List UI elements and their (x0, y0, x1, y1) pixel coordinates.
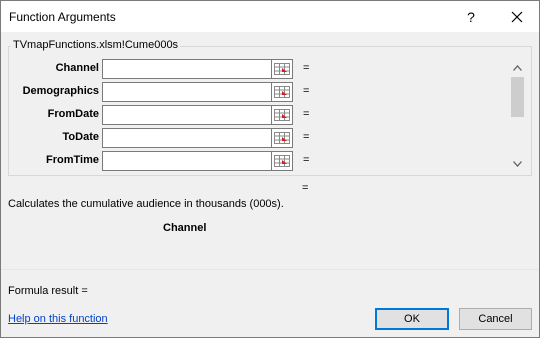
scroll-up-button[interactable] (509, 61, 526, 75)
argument-result: = (303, 62, 310, 74)
function-description: Calculates the cumulative audience in th… (8, 198, 284, 210)
collapse-range-button[interactable] (271, 59, 293, 79)
demographics-input[interactable] (102, 82, 272, 102)
current-argument-name: Channel (163, 222, 207, 234)
argument-result: = (303, 154, 310, 166)
close-icon (511, 11, 523, 22)
help-on-function-link[interactable]: Help on this function (8, 313, 108, 325)
chevron-up-icon (513, 65, 522, 71)
collapse-range-button[interactable] (271, 105, 293, 125)
argument-label: Demographics (22, 85, 99, 97)
ok-button[interactable]: OK (375, 308, 449, 330)
collapse-range-icon (274, 132, 290, 144)
arguments-group: Channel = Demographics = FromDate = ToDa… (8, 46, 532, 176)
divider (1, 269, 539, 270)
scroll-thumb[interactable] (511, 77, 524, 117)
collapse-range-button[interactable] (271, 128, 293, 148)
title-bar[interactable]: Function Arguments ? (1, 1, 539, 32)
collapse-range-button[interactable] (271, 151, 293, 171)
collapse-range-icon (274, 86, 290, 98)
collapse-range-icon (274, 63, 290, 75)
collapse-range-button[interactable] (271, 82, 293, 102)
fromtime-input[interactable] (102, 151, 272, 171)
help-icon: ? (467, 8, 475, 25)
argument-result: = (303, 131, 310, 143)
argument-row-channel: Channel = (9, 59, 509, 79)
argument-result: = (303, 108, 310, 120)
todate-input[interactable] (102, 128, 272, 148)
argument-row-todate: ToDate = (9, 128, 509, 148)
function-arguments-dialog: Function Arguments ? Channel = Demograph… (0, 0, 540, 338)
collapse-range-icon (274, 109, 290, 121)
arguments-scrollbar[interactable] (509, 61, 526, 171)
function-result-equals: = (302, 182, 309, 194)
cancel-button[interactable]: Cancel (459, 308, 532, 330)
chevron-down-icon (513, 161, 522, 167)
close-button[interactable] (495, 1, 539, 32)
help-button[interactable]: ? (449, 1, 493, 32)
argument-label: FromDate (47, 108, 99, 120)
argument-row-fromtime: FromTime = (9, 151, 509, 171)
argument-row-fromdate: FromDate = (9, 105, 509, 125)
argument-label: Channel (55, 62, 99, 74)
formula-result-label: Formula result = (8, 285, 88, 297)
argument-row-demographics: Demographics = (9, 82, 509, 102)
dialog-title: Function Arguments (9, 10, 116, 24)
argument-label: ToDate (62, 131, 99, 143)
argument-result: = (303, 85, 310, 97)
collapse-range-icon (274, 155, 290, 167)
channel-input[interactable] (102, 59, 272, 79)
function-name-label: TVmapFunctions.xlsm!Cume000s (11, 39, 181, 51)
scroll-down-button[interactable] (509, 157, 526, 171)
argument-label: FromTime (46, 154, 99, 166)
fromdate-input[interactable] (102, 105, 272, 125)
